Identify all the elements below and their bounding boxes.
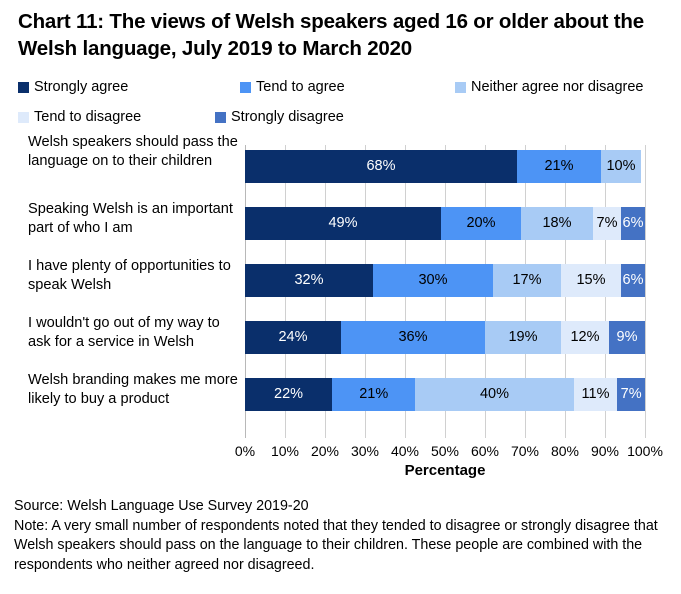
legend-item-1[interactable]: Tend to agree [240,79,345,95]
x-axis-tick-4: 40% [390,443,420,459]
x-axis-tick-2: 20% [310,443,340,459]
bar-segment[interactable]: 32% [245,264,373,297]
bar-segment-label: 15% [576,272,606,289]
bar-segment-label: 12% [570,329,600,346]
methodology-note: Note: A very small number of respondents… [14,517,658,573]
bar-segment-label: 68% [366,158,396,175]
legend-swatch-icon [215,111,226,123]
bar-segment-label: 36% [398,329,428,346]
bar-segment-label: 17% [512,272,542,289]
bar-segment[interactable]: 21% [517,150,601,183]
bar-segment-label: 9% [616,329,638,346]
bar-row[interactable]: 24% 36% 19% 12% 9% [245,321,645,354]
bar-segment[interactable]: 49% [245,207,441,240]
x-axis-tick-6: 60% [470,443,500,459]
bar-segment[interactable]: 24% [245,321,341,354]
x-axis-tick-3: 30% [350,443,380,459]
x-axis-tick-10: 100% [627,443,663,459]
legend-item-label: Neither agree nor disagree [471,79,644,95]
bar-segment-label: 40% [479,386,510,403]
bar-segment[interactable]: 18% [521,207,593,240]
chart-footnotes: Source: Welsh Language Use Survey 2019-2… [14,497,669,575]
bar-segment[interactable]: 7% [593,207,621,240]
x-axis-tick-7: 70% [510,443,540,459]
chart-legend: Strongly agree Tend to agree Neither agree… [18,79,673,129]
bar-segment-label: 49% [328,215,358,232]
x-axis-tick-0: 0% [234,443,256,459]
bar-segment[interactable]: 15% [561,264,621,297]
bar-segment[interactable]: 40% [415,378,574,411]
bar-segment[interactable]: 9% [609,321,645,354]
bar-segment-label: 20% [466,215,496,232]
bar-segment-label: 6% [622,272,644,289]
source-note: Source: Welsh Language Use Survey 2019-2… [14,498,309,514]
legend-item-label: Tend to agree [256,79,345,95]
bar-segment-label: 30% [418,272,448,289]
bar-segment-label: 19% [508,329,538,346]
bar-segment[interactable]: 19% [485,321,561,354]
chart-title: Chart 11: The views of Welsh speakers ag… [18,10,644,60]
legend-swatch-icon [455,81,466,93]
bar-segment[interactable]: 22% [245,378,333,411]
gridline [645,145,646,438]
legend-item-label: Tend to disagree [34,109,142,125]
bar-segment[interactable]: 30% [373,264,493,297]
bar-segment[interactable]: 6% [621,264,645,297]
bar-segment-label: 11% [581,386,610,403]
bar-segment-label: 10% [606,158,636,175]
legend-item-label: Strongly agree [34,79,129,95]
legend-swatch-icon [18,81,29,93]
bar-segment-label: 22% [274,386,304,403]
category-label-1: Speaking Welsh is an important part of w… [28,200,233,236]
bar-segment[interactable]: 7% [617,378,645,411]
bar-segment-label: 21% [544,158,574,175]
legend-item-0[interactable]: Strongly agree [18,79,128,95]
bar-segment-label: 6% [622,215,644,232]
legend-item-3[interactable]: Tend to disagree [18,109,141,125]
bar-segment-label: 7% [596,215,618,232]
legend-item-2[interactable]: Neither agree nor disagree [455,79,644,95]
bar-segment-label: 18% [542,215,572,232]
bar-segment[interactable]: 12% [561,321,609,354]
bar-segment[interactable]: 11% [573,378,618,411]
bar-segment-label: 7% [620,386,642,403]
legend-item-label: Strongly disagree [231,109,344,125]
category-label-2: I have plenty of opportunities to speak … [28,257,231,293]
bar-segment[interactable]: 10% [601,150,641,183]
bar-segment[interactable]: 21% [332,378,416,411]
bar-row[interactable]: 22% 21% 40% 11% 7% [245,378,645,411]
x-axis-tick-1: 10% [270,443,300,459]
bar-segment[interactable]: 6% [621,207,645,240]
plot-area: 68% 21% 10% 49% 20% 18% 7% 6% 32% 30% 17% 15% 6% 24% 3… [245,145,646,438]
bar-segment[interactable]: 36% [341,321,485,354]
bar-segment[interactable]: 68% [245,150,517,183]
x-axis-ticks: 0% 10% 20% 30% 40% 50% 60% 70% 80% 90% 100% [235,443,663,463]
bar-segment-label: 32% [294,272,324,289]
x-axis-tick-8: 80% [550,443,580,459]
legend-swatch-icon [18,111,29,123]
chart-plot-wrapper: Welsh speakers should pass the language … [0,134,681,485]
x-axis-tick-9: 90% [590,443,620,459]
bar-segment[interactable]: 20% [441,207,521,240]
bar-row[interactable]: 49% 20% 18% 7% 6% [245,207,645,240]
category-label-0: Welsh speakers should pass the language … [28,134,238,169]
bar-segment-label: 21% [359,386,389,403]
bar-row[interactable]: 68% 21% 10% [245,150,645,183]
bar-segment-label: 24% [278,329,308,346]
category-label-3: I wouldn't go out of my way to ask for a… [28,314,220,350]
legend-swatch-icon [240,81,251,93]
bar-segment[interactable]: 17% [493,264,561,297]
x-axis-tick-5: 50% [430,443,460,459]
x-axis-title: Percentage [404,462,486,479]
category-axis-labels: Welsh speakers should pass the language … [10,134,238,438]
legend-item-4[interactable]: Strongly disagree [215,109,344,125]
bar-row[interactable]: 32% 30% 17% 15% 6% [245,264,645,297]
category-label-4: Welsh branding makes me more likely to b… [28,371,238,407]
